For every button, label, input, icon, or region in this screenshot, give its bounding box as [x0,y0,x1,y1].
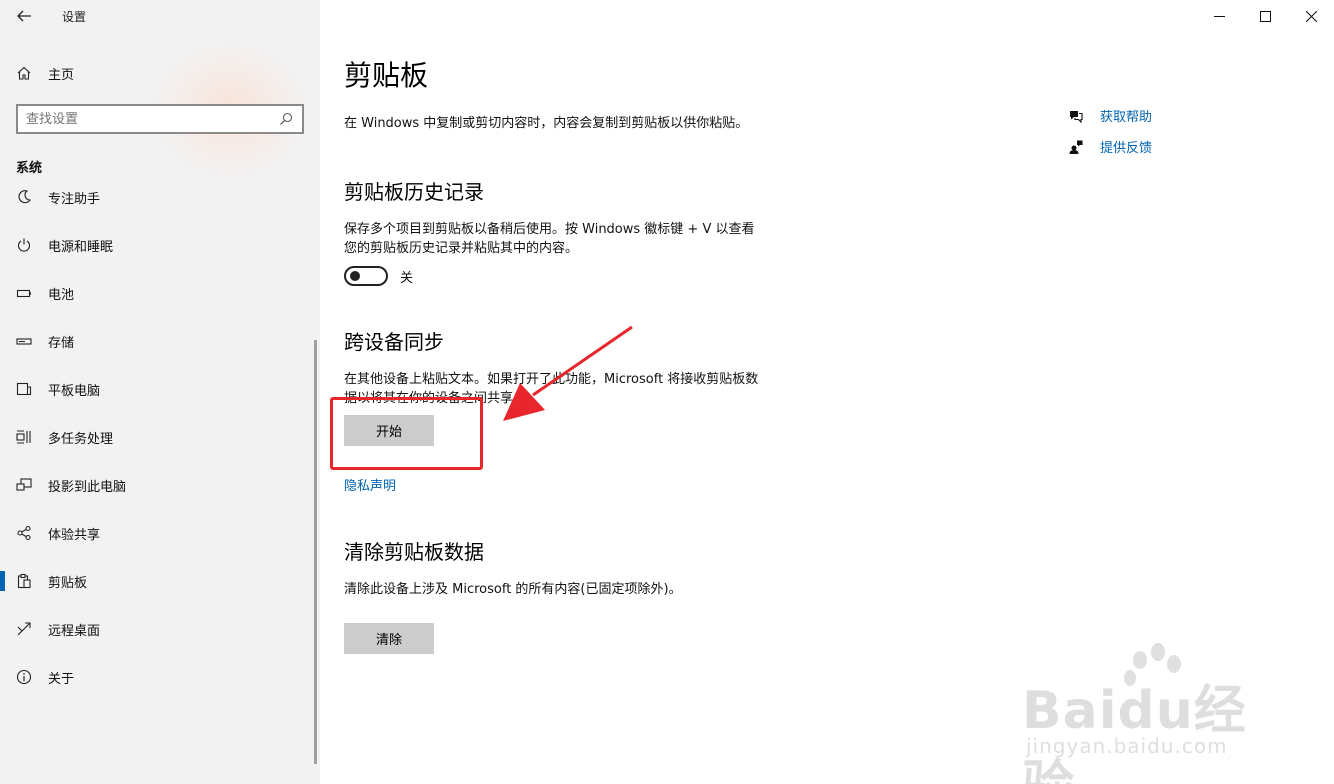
sidebar-item-tablet[interactable]: 平板电脑 [0,369,316,409]
sidebar-item-about[interactable]: 关于 [0,657,316,697]
share-icon [0,525,48,541]
arrow-left-icon [17,10,31,22]
history-toggle-row: 关 [344,266,413,286]
storage-icon [0,333,48,349]
home-icon [0,65,48,81]
sidebar-item-label: 专注助手 [48,191,101,207]
sidebar-item-label: 电源和睡眠 [48,239,114,255]
sidebar-item-home[interactable]: 主页 [0,56,320,90]
help-panel: 获取帮助 提供反馈 [1068,100,1152,162]
maximize-button[interactable] [1242,0,1288,32]
minimize-icon [1213,15,1225,17]
baidu-watermark: Baidu经验 jingyan.baidu.com [1022,640,1262,784]
sidebar-scrollbar[interactable] [314,340,317,764]
sidebar-item-label: 剪贴板 [48,575,88,591]
window-controls [1196,0,1334,32]
sidebar-item-label: 平板电脑 [48,383,101,399]
page-description: 在 Windows 中复制或剪切内容时，内容会复制到剪贴板以供你粘贴。 [344,116,749,131]
sidebar-item-multitasking[interactable]: 多任务处理 [0,417,316,457]
focus-assist-icon [0,189,48,205]
sidebar-nav: 专注助手 电源和睡眠 电池 存储 平板电脑 多任务处理 投影到此电脑 体验共享 [0,177,316,777]
search-icon[interactable] [278,111,294,127]
titlebar-left: 设置 [0,0,320,32]
sidebar: 设置 主页 系统 专注助手 电源和睡眠 电池 存储 平板电脑 [0,0,320,784]
sidebar-item-clipboard[interactable]: 剪贴板 [0,561,316,601]
annotation-highlight-box [330,397,483,470]
toggle-knob [350,271,360,281]
sidebar-item-label: 多任务处理 [48,431,114,447]
toggle-state-label: 关 [400,270,414,286]
page-title: 剪贴板 [344,59,429,92]
sidebar-item-storage[interactable]: 存储 [0,321,316,361]
sidebar-item-remote-desktop[interactable]: 远程桌面 [0,609,316,649]
multitasking-icon [0,429,48,445]
power-icon [0,237,48,253]
history-text-line: 保存多个项目到剪贴板以备稍后使用。按 Windows 徽标键 + V 以查看 [344,222,755,237]
sync-heading: 跨设备同步 [344,330,444,354]
app-title: 设置 [62,9,87,24]
sidebar-item-power[interactable]: 电源和睡眠 [0,225,316,265]
clear-button[interactable]: 清除 [344,623,434,654]
clear-heading: 清除剪贴板数据 [344,540,484,564]
search-box [16,104,304,134]
sidebar-item-label: 投影到此电脑 [48,479,127,495]
battery-icon [0,285,48,301]
history-description: 保存多个项目到剪贴板以备稍后使用。按 Windows 徽标键 + V 以查看 您… [344,220,754,258]
tablet-icon [0,381,48,397]
get-help-row[interactable]: 获取帮助 [1068,100,1152,131]
sidebar-item-label: 远程桌面 [48,623,101,639]
sidebar-item-label: 关于 [48,671,75,687]
sidebar-item-label: 存储 [48,335,75,351]
clipboard-icon [0,573,48,589]
sidebar-item-battery[interactable]: 电池 [0,273,316,313]
close-button[interactable] [1288,0,1334,32]
minimize-button[interactable] [1196,0,1242,32]
back-button[interactable] [0,0,48,32]
feedback-link[interactable]: 提供反馈 [1100,137,1152,156]
maximize-icon [1259,10,1271,22]
close-icon [1305,10,1317,22]
watermark-brand: Baidu经验 [1022,681,1247,784]
sidebar-item-label: 电池 [48,287,75,303]
history-heading: 剪贴板历史记录 [344,180,484,204]
watermark-url: jingyan.baidu.com [1026,734,1228,758]
remote-desktop-icon [0,621,48,637]
sidebar-item-focus-assist[interactable]: 专注助手 [0,177,316,217]
sync-text-line: 在其他设备上粘贴文本。如果打开了此功能，Microsoft 将接收剪贴板数 [344,372,759,387]
get-help-link[interactable]: 获取帮助 [1100,106,1152,125]
clear-description: 清除此设备上涉及 Microsoft 的所有内容(已固定项除外)。 [344,582,682,597]
project-icon [0,477,48,493]
feedback-row[interactable]: 提供反馈 [1068,131,1152,162]
privacy-statement-link[interactable]: 隐私声明 [344,475,396,494]
sidebar-item-label: 主页 [48,67,75,83]
info-icon [0,669,48,685]
search-input[interactable] [26,111,278,127]
sidebar-item-project[interactable]: 投影到此电脑 [0,465,316,505]
feedback-icon [1069,140,1083,154]
sidebar-item-share[interactable]: 体验共享 [0,513,316,553]
sidebar-item-label: 体验共享 [48,527,101,543]
section-label: 系统 [16,161,43,176]
history-toggle[interactable] [344,266,388,286]
history-text-line: 您的剪贴板历史记录并粘贴其中的内容。 [344,241,579,256]
chat-help-icon [1070,110,1083,123]
